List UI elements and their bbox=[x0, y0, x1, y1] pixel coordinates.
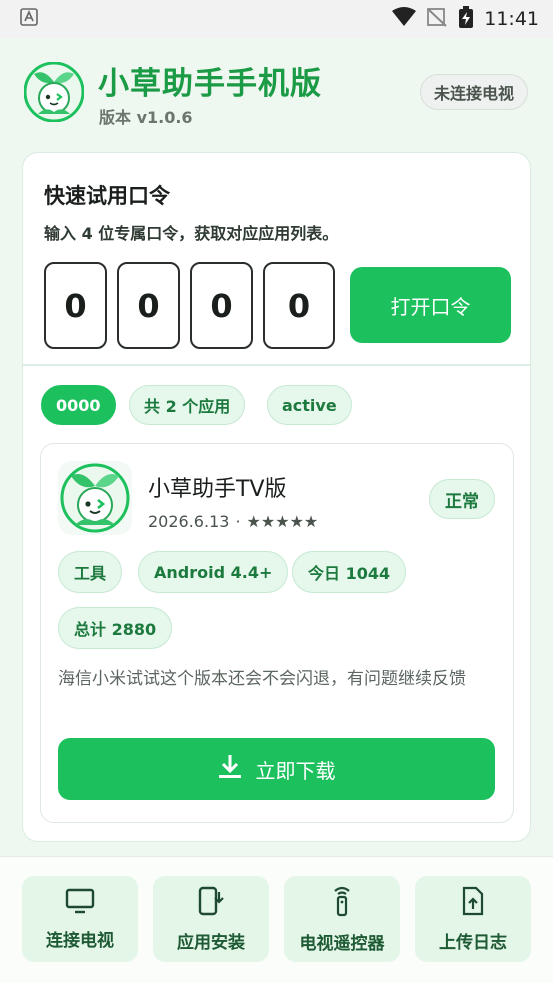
tv-icon bbox=[65, 888, 95, 918]
tag-category: 工具 bbox=[58, 551, 123, 593]
nav-label: 连接电视 bbox=[46, 930, 114, 951]
clock: 11:41 bbox=[484, 8, 539, 30]
notification-app-icon bbox=[20, 8, 38, 30]
nav-app-install[interactable]: 应用安装 bbox=[153, 876, 269, 962]
download-button[interactable]: 立即下载 bbox=[58, 738, 495, 800]
code-chip: 0000 bbox=[41, 385, 116, 425]
app-meta: 2026.6.13 · ★★★★★ bbox=[148, 512, 318, 531]
divider bbox=[23, 364, 530, 366]
state-chip: active bbox=[267, 385, 352, 425]
app-card[interactable]: 小草助手TV版 2026.6.13 · ★★★★★ 正常 工具 Android … bbox=[40, 443, 514, 823]
app-version: 版本 v1.0.6 bbox=[99, 108, 193, 127]
install-icon bbox=[197, 886, 225, 920]
code-digit-4[interactable]: 0 bbox=[263, 262, 335, 349]
open-code-button[interactable]: 打开口令 bbox=[350, 267, 511, 343]
app-status-badge: 正常 bbox=[429, 479, 495, 519]
app-name: 小草助手TV版 bbox=[148, 477, 287, 502]
tag-today-downloads: 今日 1044 bbox=[292, 551, 407, 593]
upload-file-icon bbox=[461, 886, 485, 920]
code-card: 快速试用口令 输入 4 位专属口令，获取对应应用列表。 0 0 0 0 打开口令… bbox=[22, 152, 531, 842]
app-icon bbox=[58, 461, 132, 535]
app-date: 2026.6.13 bbox=[148, 512, 230, 531]
status-bar: 11:41 bbox=[0, 0, 553, 38]
tag-android-version: Android 4.4+ bbox=[138, 551, 289, 593]
code-digit-3[interactable]: 0 bbox=[190, 262, 253, 349]
nav-label: 应用安装 bbox=[177, 932, 245, 953]
bottom-nav: 连接电视 应用安装 电视遥控器 上传日志 bbox=[0, 856, 553, 983]
app-rating: ★★★★★ bbox=[246, 512, 319, 531]
nav-label: 电视遥控器 bbox=[299, 933, 385, 954]
code-section-description: 输入 4 位专属口令，获取对应应用列表。 bbox=[44, 224, 339, 243]
nav-tv-remote[interactable]: 电视遥控器 bbox=[284, 876, 400, 962]
connection-status-badge[interactable]: 未连接电视 bbox=[419, 74, 528, 110]
code-section-title: 快速试用口令 bbox=[44, 184, 170, 208]
app-title: 小草助手手机版 bbox=[98, 66, 322, 102]
app-description: 海信小米试试这个版本还会不会闪退，有问题继续反馈 bbox=[58, 669, 466, 689]
nav-upload-log[interactable]: 上传日志 bbox=[415, 876, 531, 962]
tag-total-downloads: 总计 2880 bbox=[58, 607, 173, 649]
code-digit-2[interactable]: 0 bbox=[117, 262, 180, 349]
nav-label: 上传日志 bbox=[439, 932, 507, 953]
app-count-chip: 共 2 个应用 bbox=[129, 385, 246, 425]
app-logo bbox=[23, 61, 85, 123]
meta-separator: · bbox=[235, 512, 241, 531]
app-header: 小草助手手机版 版本 v1.0.6 未连接电视 bbox=[0, 38, 553, 148]
battery-charging-icon bbox=[458, 6, 474, 32]
wifi-icon bbox=[392, 7, 417, 31]
code-digit-1[interactable]: 0 bbox=[44, 262, 107, 349]
nav-connect-tv[interactable]: 连接电视 bbox=[22, 876, 138, 962]
no-signal-icon bbox=[426, 7, 448, 31]
remote-icon bbox=[329, 885, 355, 921]
download-icon bbox=[218, 754, 242, 785]
download-label: 立即下载 bbox=[255, 758, 336, 783]
